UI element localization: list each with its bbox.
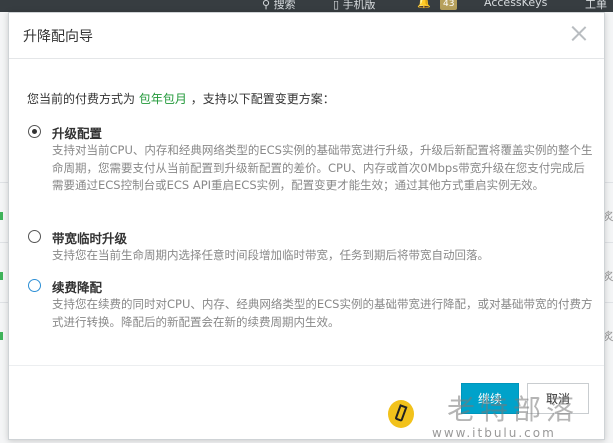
mobile-icon: ▯ bbox=[333, 0, 340, 11]
status-indicator bbox=[0, 212, 3, 220]
status-indicator bbox=[0, 272, 3, 280]
search-link[interactable]: ⚲ 搜索 bbox=[262, 0, 296, 12]
option-description: 支持对当前CPU、内存和经典网络类型的ECS实例的基础带宽进行升级，升级后新配置… bbox=[52, 143, 593, 192]
close-icon[interactable] bbox=[570, 24, 588, 42]
footer-divider bbox=[9, 365, 604, 366]
option-title: 带宽临时升级 bbox=[52, 231, 128, 246]
billing-mode: 包年包月 bbox=[138, 92, 187, 106]
option-description: 支持您在当前生命周期内选择任意时间段增加临时带宽，任务到期后将带宽自动回落。 bbox=[52, 248, 489, 262]
option-upgrade-config[interactable]: 升级配置 支持对当前CPU、内存和经典网络类型的ECS实例的基础带宽进行升级，升… bbox=[23, 123, 592, 233]
bell-icon[interactable]: 🔔 bbox=[417, 0, 431, 9]
watermark-url: www.itbulu.com bbox=[432, 426, 556, 440]
radio-upgrade-config[interactable] bbox=[28, 125, 41, 138]
search-icon: ⚲ bbox=[262, 0, 271, 11]
ticket-link[interactable]: 工单 bbox=[585, 0, 607, 12]
accesskeys-link[interactable]: AccessKeys bbox=[484, 0, 547, 9]
radio-temp-bandwidth[interactable] bbox=[28, 230, 41, 243]
watermark-name: 老特部落 bbox=[447, 393, 580, 426]
upgrade-wizard-dialog: 升降配向导 您当前的付费方式为 包年包月 ，支持以下配置变更方案： 升级配置 支… bbox=[8, 12, 605, 440]
mobile-link[interactable]: ▯ 手机版 bbox=[333, 0, 376, 12]
billing-intro: 您当前的付费方式为 包年包月 ，支持以下配置变更方案： bbox=[27, 92, 335, 106]
console-topbar: ⚲ 搜索 ▯ 手机版 🔔 43 AccessKeys 工单 bbox=[0, 0, 613, 12]
option-renew-downgrade[interactable]: 续费降配 支持您在续费的同时对CPU、内存、经典网络类型的ECS实例的基础带宽进… bbox=[23, 277, 592, 337]
radio-renew-downgrade[interactable] bbox=[28, 279, 41, 292]
watermark-logo-icon bbox=[388, 400, 414, 428]
status-indicator bbox=[0, 332, 3, 340]
notification-badge: 43 bbox=[440, 0, 458, 10]
option-description: 支持您在续费的同时对CPU、内存、经典网络类型的ECS实例的基础带宽进行降配，或… bbox=[52, 297, 593, 329]
option-title: 续费降配 bbox=[52, 280, 103, 295]
option-title: 升级配置 bbox=[52, 126, 103, 141]
dialog-title: 升降配向导 bbox=[23, 29, 93, 45]
option-temp-bandwidth[interactable]: 带宽临时升级 支持您在当前生命周期内选择任意时间段增加临时带宽，任务到期后将带宽… bbox=[23, 228, 583, 268]
dialog-header: 升降配向导 bbox=[9, 13, 604, 59]
pencil-icon bbox=[394, 404, 408, 422]
